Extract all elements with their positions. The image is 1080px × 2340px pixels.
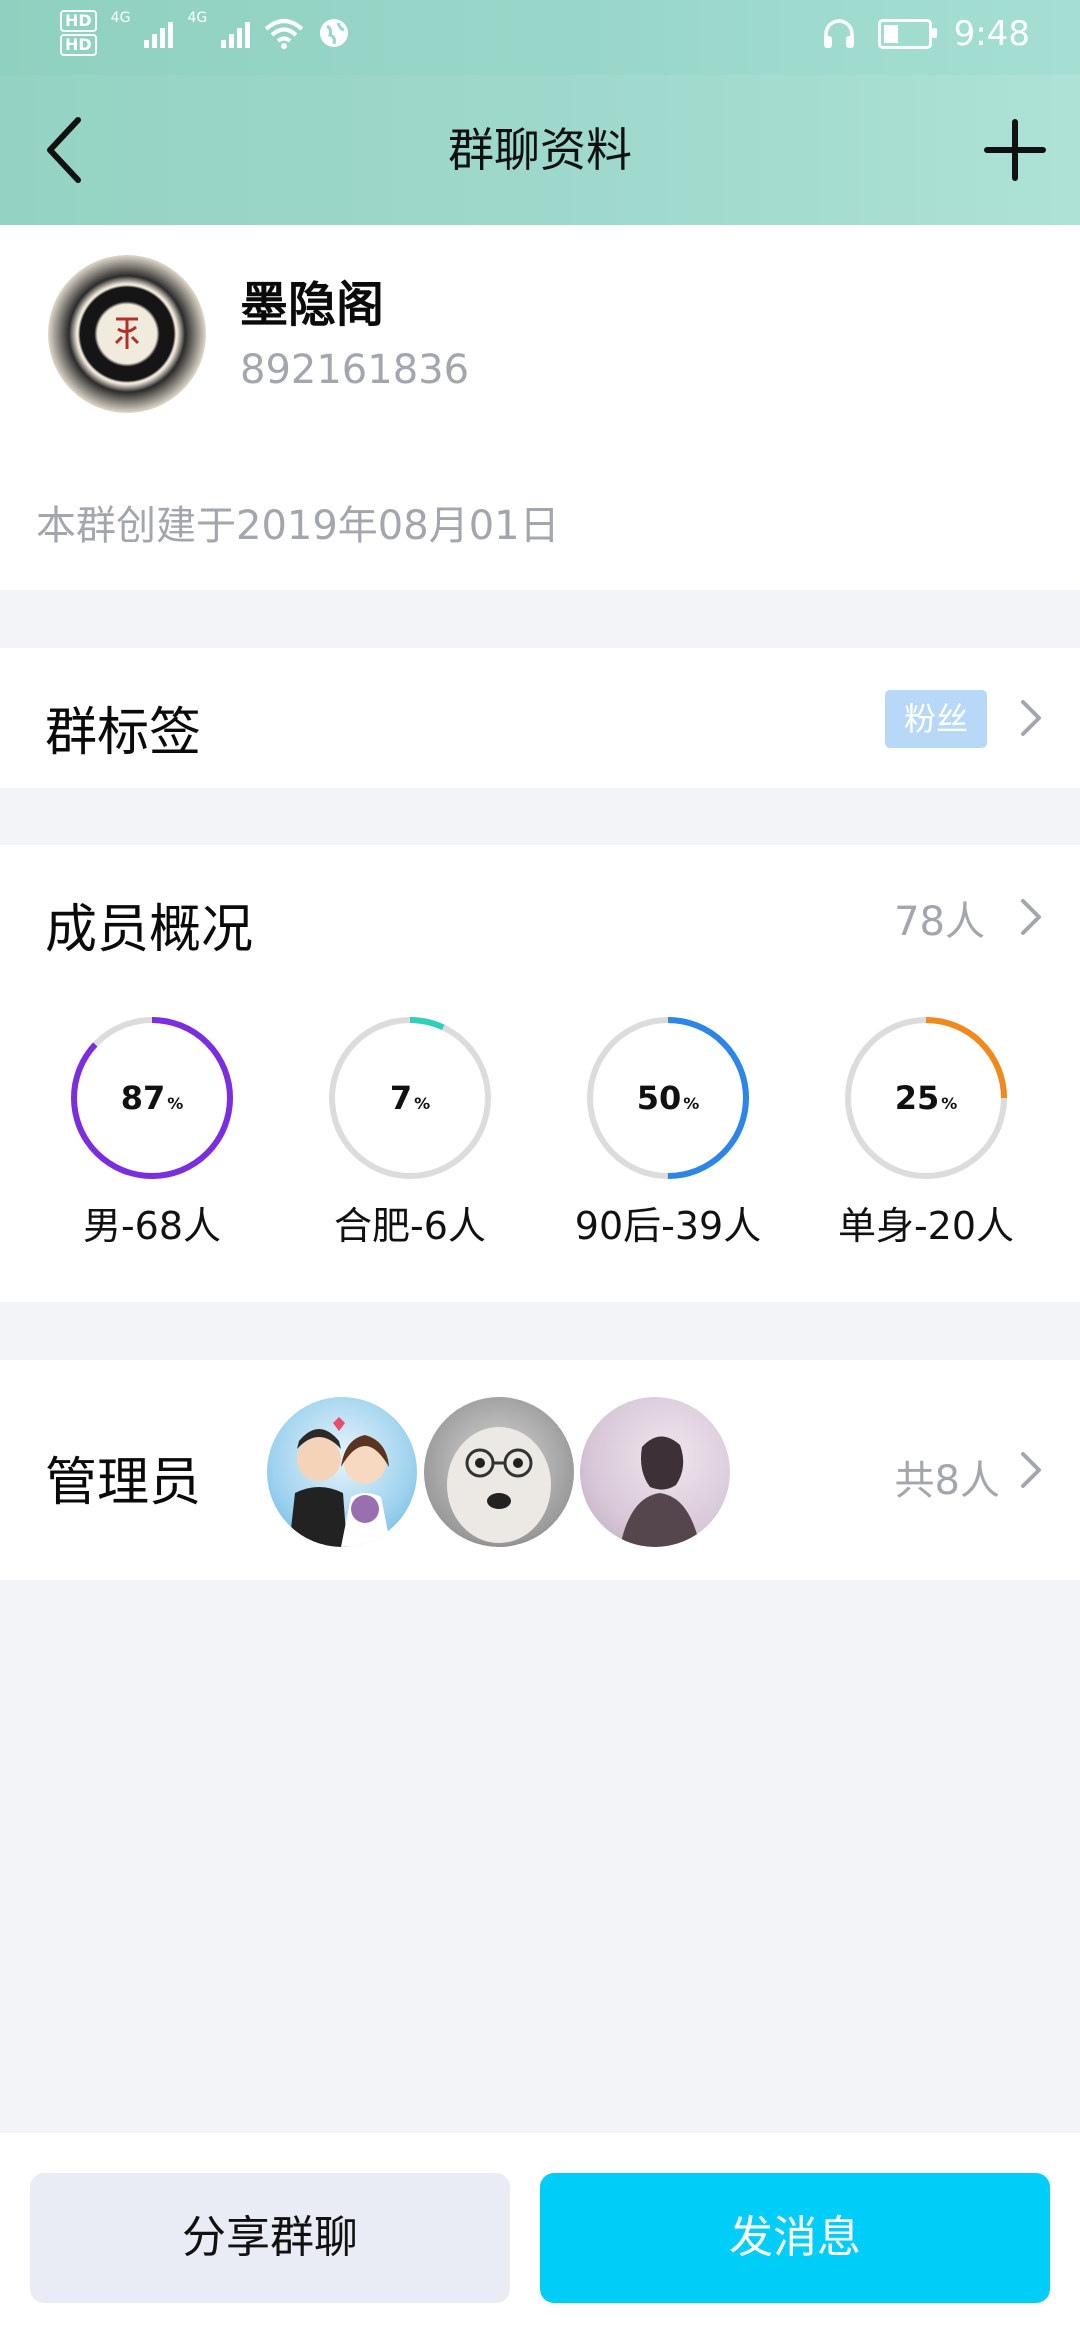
- headphones-icon: [823, 19, 854, 48]
- stat-label: 单身-20人: [837, 1204, 1015, 1248]
- members-overview-label: 成员概况: [45, 900, 254, 960]
- network-type-label: 4G: [110, 10, 131, 26]
- group-name: 墨隐阁: [240, 277, 385, 333]
- stat-percent: 7%: [390, 1079, 430, 1117]
- send-message-button[interactable]: 发消息: [540, 2173, 1050, 2303]
- stat-percent-unit: %: [683, 1094, 699, 1113]
- stat-percent-value: 25: [895, 1079, 940, 1117]
- stat-percent: 25%: [895, 1079, 958, 1117]
- progress-ring: 7%: [329, 1017, 491, 1179]
- members-overview-card[interactable]: 成员概况 78人 87% 男-68人 7% 合肥-6人 50% 90后-39人 25% 单身-…: [0, 845, 1080, 1302]
- group-id: 892161836: [240, 347, 470, 393]
- add-button[interactable]: [975, 110, 1055, 190]
- progress-ring: 50%: [587, 1017, 749, 1179]
- status-bar: HD HD 4G 4G 9:48: [0, 0, 1080, 75]
- signal-icon: [144, 18, 174, 48]
- status-time: 9:48: [953, 14, 1030, 54]
- wifi-icon: [264, 19, 304, 49]
- admins-label: 管理员: [45, 1453, 202, 1513]
- group-created-date: 本群创建于2019年08月01日: [36, 503, 560, 549]
- stat-percent: 50%: [637, 1079, 700, 1117]
- hd-icon: HD: [60, 34, 97, 56]
- chevron-left-icon: [47, 117, 81, 183]
- stat-percent-unit: %: [167, 1094, 183, 1113]
- group-tag-label: 群标签: [45, 703, 202, 763]
- member-stat: 25% 单身-20人: [816, 1013, 1036, 1250]
- signal-icon: [221, 18, 251, 48]
- plus-icon: [984, 119, 1046, 181]
- admins-row[interactable]: 管理员 共8人: [0, 1360, 1080, 1580]
- progress-ring: 87%: [71, 1017, 233, 1179]
- stat-percent-unit: %: [414, 1094, 430, 1113]
- stat-percent-value: 7: [390, 1079, 412, 1117]
- admins-count: 共8人: [894, 1458, 1000, 1504]
- progress-ring: 25%: [845, 1017, 1007, 1179]
- stat-percent-value: 50: [637, 1079, 682, 1117]
- network-type-label: 4G: [187, 10, 208, 26]
- nav-bar: 群聊资料: [0, 75, 1080, 225]
- stat-percent-unit: %: [941, 1094, 957, 1113]
- tag-badge: 粉丝: [885, 690, 987, 748]
- members-count: 78人: [894, 899, 985, 945]
- page-title: 群聊资料: [448, 123, 632, 177]
- chevron-right-icon: [1021, 700, 1041, 736]
- member-stat: 50% 90后-39人: [558, 1013, 778, 1250]
- couple-avatar-icon: [289, 1417, 391, 1547]
- group-info-card[interactable]: 墨隐阁 892161836 本群创建于2019年08月01日: [0, 225, 1080, 590]
- stat-label: 合肥-6人: [334, 1204, 486, 1248]
- group-avatar[interactable]: [48, 255, 206, 413]
- bottom-action-bar: 分享群聊 发消息: [0, 2133, 1080, 2340]
- hd-icon: HD: [60, 10, 97, 32]
- seal-icon: [110, 313, 144, 355]
- back-button[interactable]: [30, 110, 110, 190]
- stat-percent: 87%: [121, 1079, 184, 1117]
- group-tag-row[interactable]: 群标签 粉丝: [0, 648, 1080, 788]
- person-avatar-icon: [620, 1436, 700, 1547]
- stat-percent-value: 87: [121, 1079, 166, 1117]
- member-stat: 7% 合肥-6人: [300, 1013, 520, 1250]
- battery-icon: [877, 19, 937, 49]
- share-group-button[interactable]: 分享群聊: [30, 2173, 510, 2303]
- chevron-right-icon: [1021, 1452, 1041, 1488]
- admin-avatar[interactable]: [580, 1397, 730, 1547]
- stat-label: 90后-39人: [574, 1204, 762, 1248]
- member-stat: 87% 男-68人: [42, 1013, 262, 1250]
- dog-avatar-icon: [447, 1427, 551, 1543]
- admin-avatar[interactable]: [267, 1397, 417, 1547]
- admin-avatar[interactable]: [424, 1397, 574, 1547]
- globe-icon: [320, 19, 349, 47]
- stat-label: 男-68人: [82, 1204, 222, 1248]
- chevron-right-icon: [1021, 899, 1041, 935]
